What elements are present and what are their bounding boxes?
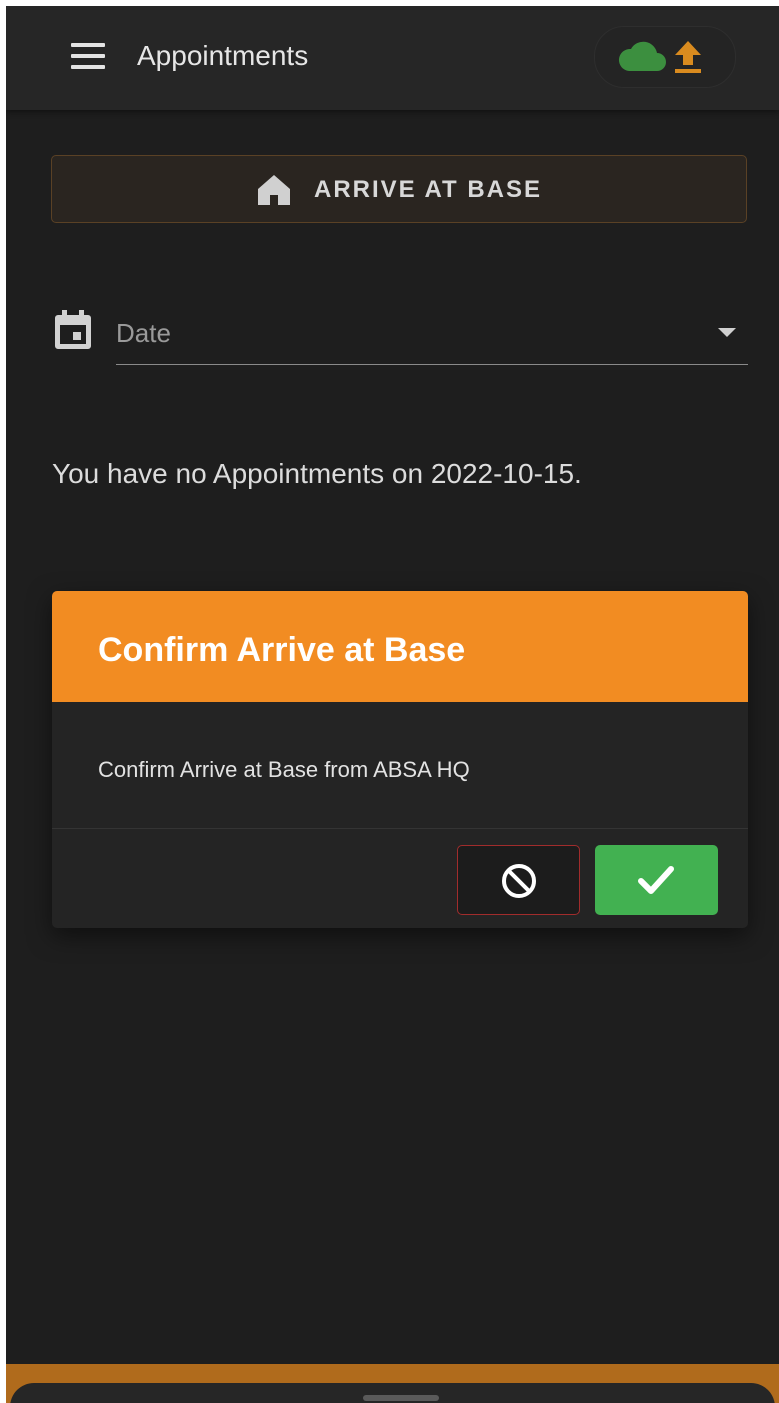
dialog-divider <box>52 828 748 829</box>
dialog-header: Confirm Arrive at Base <box>52 591 748 702</box>
hamburger-menu-icon[interactable] <box>68 40 108 72</box>
bottom-sheet-handle[interactable] <box>363 1395 439 1401</box>
arrive-at-base-label: ARRIVE AT BASE <box>314 176 543 203</box>
date-select[interactable]: Date <box>116 306 748 365</box>
cloud-icon <box>618 41 666 71</box>
home-icon <box>258 175 290 205</box>
app-bar: Appointments <box>6 6 779 110</box>
sync-status-button[interactable] <box>594 26 736 88</box>
arrive-at-base-button[interactable]: ARRIVE AT BASE <box>51 155 747 223</box>
empty-appointments-message: You have no Appointments on 2022-10-15. <box>52 458 582 489</box>
bottom-sheet[interactable] <box>10 1383 775 1403</box>
block-icon <box>502 864 536 898</box>
calendar-icon <box>55 310 91 349</box>
check-icon <box>638 866 674 894</box>
dialog-title: Confirm Arrive at Base <box>98 631 466 669</box>
dropdown-caret-icon <box>718 328 736 337</box>
cancel-button[interactable] <box>457 845 580 915</box>
confirm-button[interactable] <box>595 845 718 915</box>
date-placeholder: Date <box>116 318 171 348</box>
app-screen: Appointments ARRIVE AT BASE Date You hav… <box>6 6 779 1403</box>
dialog-message: Confirm Arrive at Base from ABSA HQ <box>98 757 470 782</box>
page-title: Appointments <box>137 40 309 71</box>
confirm-dialog: Confirm Arrive at Base Confirm Arrive at… <box>52 591 748 928</box>
upload-arrow-icon <box>675 41 701 73</box>
